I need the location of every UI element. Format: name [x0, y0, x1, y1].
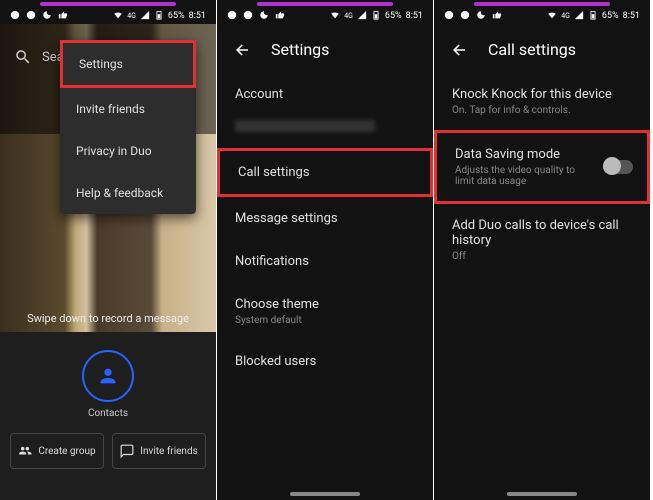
- call-settings-header: Call settings: [434, 26, 650, 73]
- phone-screen-settings: 4G 65% 8:51 Settings Account Call settin…: [217, 0, 434, 500]
- battery-pct: 65%: [602, 11, 619, 21]
- nav-pill[interactable]: [290, 492, 360, 496]
- signal-icon: [140, 10, 150, 23]
- wifi-icon: [113, 10, 123, 23]
- phone-screen-home: 4G 65% 8:51 Search co Settings Invite fr…: [0, 0, 217, 500]
- messenger-icon: [243, 10, 253, 23]
- bottom-sheet: Contacts Create group Invite friends: [0, 332, 216, 500]
- thumb-icon: [492, 10, 502, 23]
- signal-label: 4G: [344, 12, 353, 20]
- clock: 8:51: [189, 11, 206, 21]
- back-icon[interactable]: [233, 41, 251, 59]
- status-bar: 4G 65% 8:51: [434, 6, 650, 26]
- item-call-settings[interactable]: Call settings: [217, 148, 433, 197]
- nav-pill[interactable]: [507, 492, 577, 496]
- account-value-redacted: [235, 120, 375, 132]
- item-blocked-users[interactable]: Blocked users: [217, 340, 433, 383]
- phone-screen-call-settings: 4G 65% 8:51 Call settings Knock Knock fo…: [434, 0, 651, 500]
- signal-icon: [357, 10, 367, 23]
- messenger-icon: [460, 10, 470, 23]
- chat-icon: [120, 444, 134, 458]
- swipe-hint: Swipe down to record a message: [0, 312, 216, 325]
- item-notifications[interactable]: Notifications: [217, 240, 433, 283]
- item-knock-knock[interactable]: Knock Knock for this device On. Tap for …: [434, 73, 650, 130]
- clock: 8:51: [623, 11, 640, 21]
- menu-item-privacy[interactable]: Privacy in Duo: [60, 130, 196, 172]
- wifi-icon: [547, 10, 557, 23]
- contacts-label: Contacts: [0, 408, 216, 419]
- data-saving-toggle[interactable]: [603, 160, 633, 174]
- whatsapp-icon: [227, 10, 237, 23]
- messenger-icon: [26, 10, 36, 23]
- menu-item-invite[interactable]: Invite friends: [60, 88, 196, 130]
- item-call-history[interactable]: Add Duo calls to device's call history O…: [434, 204, 650, 276]
- search-icon: [14, 48, 32, 66]
- battery-icon: [154, 10, 164, 23]
- signal-label: 4G: [561, 12, 570, 20]
- contacts-button[interactable]: [82, 350, 134, 402]
- invite-friends-button[interactable]: Invite friends: [112, 433, 206, 469]
- item-account[interactable]: Account: [217, 73, 433, 116]
- status-bar: 4G 65% 8:51: [0, 6, 216, 26]
- item-choose-theme[interactable]: Choose theme System default: [217, 283, 433, 340]
- wifi-icon: [330, 10, 340, 23]
- whatsapp-icon: [444, 10, 454, 23]
- battery-icon: [371, 10, 381, 23]
- status-bar: 4G 65% 8:51: [217, 6, 433, 26]
- signal-icon: [574, 10, 584, 23]
- group-icon: [18, 444, 32, 458]
- moon-icon: [476, 10, 486, 23]
- menu-item-settings[interactable]: Settings: [60, 40, 196, 88]
- item-message-settings[interactable]: Message settings: [217, 197, 433, 240]
- moon-icon: [259, 10, 269, 23]
- page-title: Call settings: [488, 40, 576, 59]
- page-title: Settings: [271, 40, 329, 59]
- settings-header: Settings: [217, 26, 433, 73]
- signal-label: 4G: [127, 12, 136, 20]
- create-group-button[interactable]: Create group: [10, 433, 104, 469]
- moon-icon: [42, 10, 52, 23]
- person-icon: [97, 365, 119, 387]
- overflow-menu: Settings Invite friends Privacy in Duo H…: [60, 40, 196, 214]
- item-data-saving[interactable]: Data Saving mode Adjusts the video quali…: [434, 130, 650, 204]
- battery-pct: 65%: [385, 11, 402, 21]
- back-icon[interactable]: [450, 41, 468, 59]
- thumb-icon: [275, 10, 285, 23]
- menu-item-help[interactable]: Help & feedback: [60, 172, 196, 214]
- battery-pct: 65%: [168, 11, 185, 21]
- clock: 8:51: [406, 11, 423, 21]
- battery-icon: [588, 10, 598, 23]
- thumb-icon: [58, 10, 68, 23]
- whatsapp-icon: [10, 10, 20, 23]
